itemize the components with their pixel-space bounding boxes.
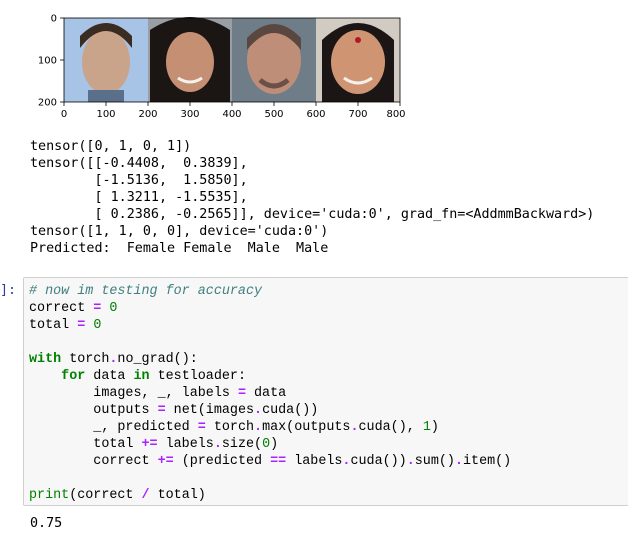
x-tick-label: 500 — [264, 109, 283, 120]
x-tick-label: 100 — [96, 109, 115, 120]
output-line: [ 0.2386, -0.2565]], device='cuda:0', gr… — [30, 207, 595, 222]
output-line: [ 1.3211, -1.5535], — [30, 190, 248, 205]
output-line: [-1.5136, 1.5850], — [30, 173, 248, 188]
face-image-2 — [148, 17, 232, 102]
output-line: tensor([0, 1, 0, 1]) — [30, 139, 192, 154]
image-grid-plot: 0 100 200 0 100 200 300 400 500 600 700 … — [38, 14, 406, 121]
y-tick-label: 0 — [51, 14, 57, 25]
face-image-3 — [232, 18, 316, 102]
output-line: tensor([[-0.4408, 0.3839], — [30, 156, 248, 171]
code-editor[interactable]: # now im testing for accuracy correct = … — [29, 283, 511, 504]
face-image-4 — [316, 18, 400, 102]
output-line: Predicted: Female Female Male Male — [30, 241, 329, 256]
face-images — [64, 17, 400, 102]
x-tick-label: 800 — [386, 109, 405, 120]
code-comment: # now im testing for accuracy — [29, 284, 263, 299]
x-axis: 0 100 200 300 400 500 600 700 800 — [61, 102, 406, 120]
output-line: tensor([1, 1, 0, 0], device='cuda:0') — [30, 224, 329, 239]
face-image-1 — [64, 18, 148, 102]
cell-prompt: ]: — [0, 283, 17, 298]
x-tick-label: 400 — [222, 109, 241, 120]
x-tick-label: 300 — [180, 109, 199, 120]
cell-output: 0.75 — [30, 516, 63, 531]
y-axis: 0 100 200 — [38, 14, 64, 109]
x-tick-label: 200 — [138, 109, 157, 120]
x-tick-label: 700 — [348, 109, 367, 120]
y-tick-label: 100 — [38, 56, 57, 67]
x-tick-label: 0 — [61, 109, 67, 120]
x-tick-label: 600 — [306, 109, 325, 120]
y-tick-label: 200 — [38, 98, 57, 109]
